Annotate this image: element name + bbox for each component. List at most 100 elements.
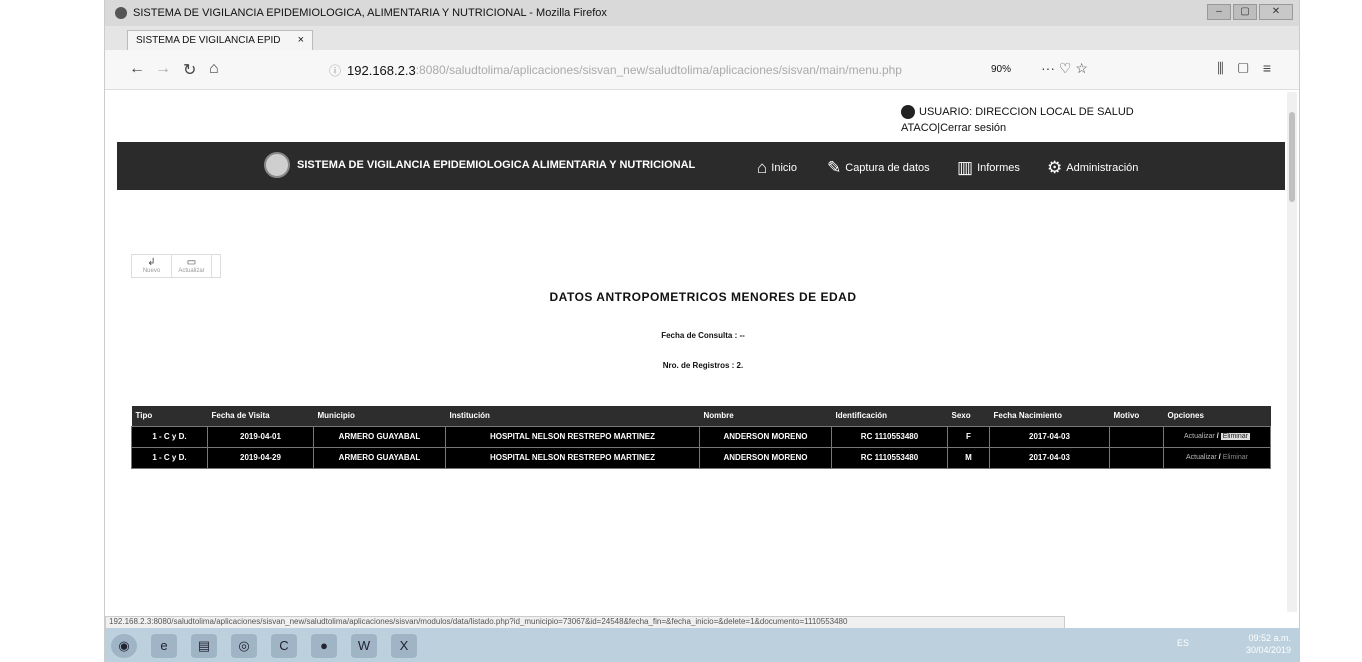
fecha-consulta: Fecha de Consulta : -- — [661, 331, 745, 340]
firefox-icon — [115, 7, 127, 19]
system-clock[interactable]: 09:52 a.m. 30/04/2019 — [1246, 632, 1291, 656]
menu-captura[interactable]: ✎ Captura de datos — [827, 158, 930, 178]
app-title: SISTEMA DE VIGILANCIA EPIDEMIOLOGICA ALI… — [297, 159, 696, 171]
user-info: USUARIO: DIRECCION LOCAL DE SALUD ATACO|… — [901, 104, 1134, 136]
gear-icon: ⚙ — [1047, 158, 1063, 177]
clock-date: 30/04/2019 — [1245, 645, 1291, 655]
cell-nacimiento: 2017-04-03 — [989, 446, 1110, 469]
zoom-level[interactable]: 90% — [991, 64, 1011, 75]
col-tipo: Tipo — [131, 406, 208, 426]
scrollbar-thumb[interactable] — [1289, 112, 1295, 202]
back-icon[interactable]: ← — [129, 60, 145, 78]
word-icon[interactable]: W — [351, 634, 377, 658]
eliminar-link[interactable]: Eliminar — [1223, 454, 1248, 461]
ie-icon[interactable]: e — [151, 634, 177, 658]
cell-sexo: F — [947, 425, 990, 448]
options-separator: / — [1216, 433, 1219, 440]
col-motivo: Motivo — [1109, 406, 1164, 426]
chart-icon: ▥ — [957, 158, 974, 177]
page-actions[interactable]: ··· ♡ ☆ — [1041, 60, 1088, 77]
library-sidebar-menu-icons[interactable]: ⫼▢≡ — [1217, 60, 1285, 77]
cell-fecha: 2019-04-29 — [207, 446, 314, 469]
actualizar-link[interactable]: Actualizar — [1184, 433, 1215, 440]
window-title: SISTEMA DE VIGILANCIA EPIDEMIOLOGICA, AL… — [133, 7, 607, 19]
navigation-bar: ← → ↻ ⌂ ⓘ 192.168.2.3 :8080/saludtolima/… — [105, 50, 1299, 90]
cell-sexo: M — [947, 446, 990, 469]
start-icon[interactable]: ◉ — [111, 634, 137, 658]
media-icon[interactable]: ◎ — [231, 634, 257, 658]
menu-captura-label: Captura de datos — [845, 162, 930, 174]
user-line2[interactable]: ATACO|Cerrar sesión — [901, 122, 1006, 134]
minimize-button[interactable]: – — [1207, 4, 1231, 20]
cell-opciones: Actualizar / Eliminar — [1163, 425, 1271, 448]
records-table: Tipo Fecha de Visita Municipio Instituci… — [131, 406, 1271, 469]
window-titlebar: SISTEMA DE VIGILANCIA EPIDEMIOLOGICA, AL… — [105, 0, 1299, 26]
home-icon[interactable]: ⌂ — [209, 60, 219, 78]
actualizar-button[interactable]: ▭ Actualizar — [172, 255, 212, 277]
menu-inicio-label: Inicio — [771, 162, 797, 174]
url-host: 192.168.2.3 — [347, 62, 416, 78]
cell-municipio: ARMERO GUAYABAL — [313, 446, 446, 469]
cell-municipio: ARMERO GUAYABAL — [313, 425, 446, 448]
cell-tipo: 1 - C y D. — [131, 446, 208, 469]
new-icon: ↲ — [147, 257, 156, 268]
cell-tipo: 1 - C y D. — [131, 425, 208, 448]
col-opciones: Opciones — [1163, 406, 1271, 426]
toolbar: ↲ Nuevo ▭ Actualizar — [131, 254, 221, 278]
col-fecha-visita: Fecha de Visita — [207, 406, 314, 426]
page-scrollbar[interactable] — [1287, 92, 1297, 612]
cell-fecha: 2019-04-01 — [207, 425, 314, 448]
taskbar: ◉ e ▤ ◎ C ● W X ES 09:52 a.m. 30/04/2019 — [105, 628, 1299, 662]
col-identificacion: Identificación — [831, 406, 948, 426]
table-row: 1 - C y D. 2019-04-01 ARMERO GUAYABAL HO… — [131, 425, 1271, 448]
browser-window: SISTEMA DE VIGILANCIA EPIDEMIOLOGICA, AL… — [104, 0, 1300, 662]
col-sexo: Sexo — [947, 406, 990, 426]
excel-icon[interactable]: X — [391, 634, 417, 658]
cell-nombre: ANDERSON MORENO — [699, 446, 832, 469]
col-municipio: Municipio — [313, 406, 446, 426]
cell-motivo — [1109, 446, 1164, 469]
menu-informes[interactable]: ▥ Informes — [957, 158, 1020, 178]
table-row: 1 - C y D. 2019-04-29 ARMERO GUAYABAL HO… — [131, 446, 1271, 469]
cell-institucion: HOSPITAL NELSON RESTREPO MARTINEZ — [445, 446, 700, 469]
clock-time: 09:52 a.m. — [1248, 633, 1291, 643]
explorer-icon[interactable]: ▤ — [191, 634, 217, 658]
cell-identificacion: RC 1110553480 — [831, 446, 948, 469]
nuevo-button[interactable]: ↲ Nuevo — [132, 255, 172, 277]
menu-inicio[interactable]: ⌂ Inicio — [757, 158, 797, 178]
nro-registros: Nro. de Registros : 2. — [662, 361, 744, 370]
reload-icon[interactable]: ↻ — [183, 60, 196, 80]
chrome-icon[interactable]: C — [271, 634, 297, 658]
language-indicator[interactable]: ES — [1177, 638, 1189, 648]
col-nombre: Nombre — [699, 406, 832, 426]
col-fecha-nacimiento: Fecha Nacimiento — [989, 406, 1110, 426]
close-window-button[interactable]: ✕ — [1259, 4, 1293, 20]
info-icon[interactable]: ⓘ — [329, 62, 341, 79]
cell-motivo — [1109, 425, 1164, 448]
report-title: DATOS ANTROPOMETRICOS MENORES DE EDAD — [549, 290, 857, 304]
col-institucion: Institución — [445, 406, 700, 426]
cell-opciones: Actualizar / Eliminar — [1163, 446, 1271, 469]
home-menu-icon: ⌂ — [757, 158, 768, 177]
user-icon — [901, 105, 915, 120]
browser-tab[interactable]: SISTEMA DE VIGILANCIA EPID × — [127, 30, 313, 50]
forward-icon[interactable]: → — [155, 60, 171, 78]
table-header-row: Tipo Fecha de Visita Municipio Instituci… — [131, 406, 1271, 426]
cell-nombre: ANDERSON MORENO — [699, 425, 832, 448]
eliminar-button[interactable]: Eliminar — [1220, 433, 1250, 440]
app-logo-icon — [264, 152, 290, 178]
menu-admin-label: Administración — [1066, 162, 1139, 174]
close-tab-icon[interactable]: × — [298, 34, 304, 46]
actualizar-link[interactable]: Actualizar — [1186, 454, 1217, 461]
url-path: :8080/saludtolima/aplicaciones/sisvan_ne… — [415, 63, 902, 77]
options-separator: / — [1218, 454, 1221, 461]
tab-strip: SISTEMA DE VIGILANCIA EPID × — [105, 26, 1299, 50]
cell-nacimiento: 2017-04-03 — [989, 425, 1110, 448]
window-controls: – ▢ ✕ — [1207, 4, 1293, 20]
menu-informes-label: Informes — [977, 162, 1020, 174]
cell-identificacion: RC 1110553480 — [831, 425, 948, 448]
maximize-button[interactable]: ▢ — [1233, 4, 1257, 20]
firefox-taskbar-icon[interactable]: ● — [311, 634, 337, 658]
menu-admin[interactable]: ⚙ Administración — [1047, 158, 1138, 178]
cell-institucion: HOSPITAL NELSON RESTREPO MARTINEZ — [445, 425, 700, 448]
